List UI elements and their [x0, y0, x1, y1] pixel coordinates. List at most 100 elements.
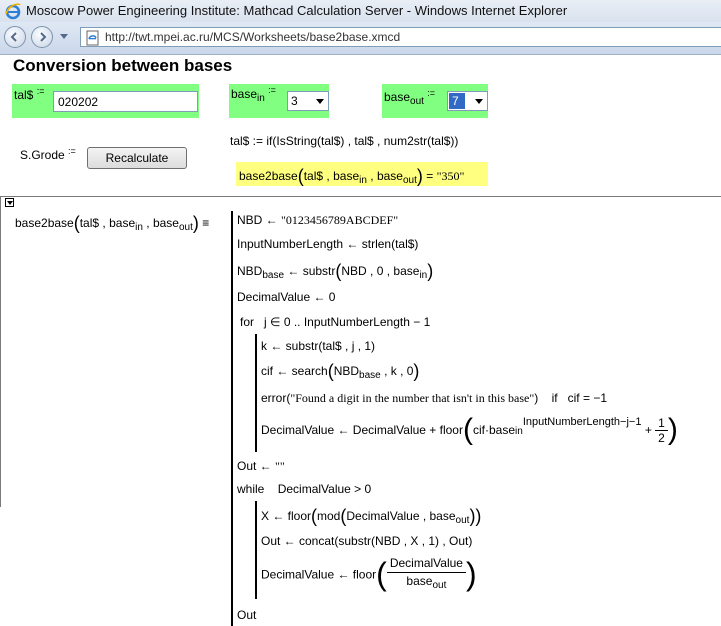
def-equiv: ≡ — [202, 216, 210, 230]
def-arg2: base — [109, 216, 136, 230]
for-range: j ∈ 0 .. InputNumberLength − 1 — [264, 315, 431, 329]
base-out-label-sub: out — [410, 96, 424, 107]
tal-redefinition: tal$ := if(IsString(tal$) , tal$ , num2s… — [230, 134, 459, 148]
result-expression: base2base(tal$ , basein , baseout) = "35… — [239, 166, 465, 186]
program-line-decimal-update: DecimalValue ← DecimalValue + floor(cif·… — [261, 413, 678, 446]
collapse-area-toggle[interactable] — [5, 198, 14, 207]
cif-arg-a-sub: base — [359, 370, 381, 381]
base-in-select[interactable]: 3 — [287, 91, 329, 111]
back-button[interactable] — [4, 26, 26, 48]
program-line-out-concat: Out ← concat(substr(NBD , X , 1) , Out) — [261, 534, 473, 548]
base-in-label-sub: in — [257, 93, 265, 104]
result-arg3-sub: out — [402, 175, 417, 186]
program-line-for: for j ∈ 0 .. InputNumberLength − 1 — [240, 315, 430, 329]
program-line-k: k ← substr(tal$ , j , 1) — [261, 339, 376, 353]
while-block-bar — [255, 501, 257, 599]
base-out-select[interactable]: 7 — [447, 91, 488, 111]
tal-input[interactable] — [53, 91, 198, 112]
base-out-value: 7 — [449, 93, 465, 109]
base-out-assign: := — [427, 88, 436, 98]
author-assign: := — [68, 146, 76, 156]
one-half-fraction: 12 — [655, 416, 668, 445]
program-line-decimal-divide: DecimalValue ← floor(DecimalValue baseout… — [261, 555, 477, 594]
result-arg2: base — [333, 169, 360, 183]
navigation-bar: http://twt.mpei.ac.ru/MCS/Worksheets/bas… — [0, 22, 721, 55]
area-boundary-line — [0, 197, 1, 507]
out-init-lhs: Out ← — [237, 459, 272, 473]
result-arg1: tal$ — [303, 169, 324, 183]
dv-div-lhs: DecimalValue ← floor — [261, 567, 377, 582]
def-arg2-sub: in — [135, 222, 143, 233]
region-separator — [0, 196, 721, 197]
nbdbase-sub: base — [262, 270, 285, 281]
address-url: http://twt.mpei.ac.ru/MCS/Worksheets/bas… — [105, 30, 401, 44]
half-denominator: 2 — [658, 430, 665, 445]
dv-exponent: InputNumberLength−j−1 — [522, 416, 642, 429]
program-line-while: while DecimalValue > 0 — [237, 482, 371, 496]
nbdbase-lhs: NBD — [237, 264, 263, 278]
window-title: Moscow Power Engineering Institute: Math… — [26, 3, 568, 18]
def-fn: base2base — [15, 216, 74, 230]
half-numerator: 1 — [655, 416, 668, 431]
x-args: DecimalValue , base — [346, 509, 456, 523]
cif-arg-b: , k , 0 — [384, 364, 414, 378]
while-condition: DecimalValue > 0 — [277, 482, 372, 496]
error-tail: ) — [534, 391, 539, 405]
x-args-sub: out — [455, 515, 470, 526]
def-arg3: base — [152, 216, 179, 230]
divide-fraction: DecimalValue baseout — [386, 555, 466, 594]
program-line-nbd: NBD ← "0123456789ABCDEF" — [237, 213, 398, 228]
if-condition: cif = −1 — [567, 391, 607, 405]
base-out-label-text: base — [384, 90, 411, 104]
divide-denominator-sub: out — [432, 580, 447, 591]
program-line-return: Out — [237, 608, 257, 622]
error-message: "Found a digit in the number that isn't … — [290, 391, 535, 405]
program-line-cif: cif ← search(NBDbase , k , 0) — [261, 361, 420, 381]
divide-numerator: DecimalValue — [386, 555, 466, 573]
nbdbase-args: NBD , 0 , base — [341, 264, 420, 278]
arrow-left-icon — [10, 32, 17, 42]
author-label-text: S.Grode — [20, 148, 65, 162]
tal-assign: := — [36, 86, 45, 96]
x-mod: mod — [317, 509, 341, 523]
program-line-inputlength: InputNumberLength ← strlen(tal$) — [237, 237, 419, 251]
function-definition: base2base(tal$ , basein , baseout) ≡ — [15, 213, 210, 233]
out-init-rhs: "" — [275, 459, 285, 473]
base-out-label: baseout := — [384, 88, 435, 107]
program-line-decimal-init: DecimalValue ← 0 — [237, 290, 336, 304]
dv-plus: + — [644, 423, 652, 437]
forward-button[interactable] — [31, 26, 53, 48]
result-arg2-sub: in — [359, 175, 367, 186]
result-value: "350" — [436, 169, 465, 183]
worksheet: Conversion between bases tal$ := basein … — [0, 55, 721, 626]
chevron-down-icon — [316, 99, 324, 104]
internet-explorer-icon — [4, 2, 22, 20]
program-bar — [231, 211, 233, 626]
dv-cif: cif·base — [472, 423, 516, 437]
arrow-right-icon — [40, 32, 47, 42]
program-line-x: X ← floor(mod(DecimalValue , baseout)) — [261, 506, 482, 526]
address-field[interactable]: http://twt.mpei.ac.ru/MCS/Worksheets/bas… — [80, 27, 721, 47]
result-equals: = — [426, 169, 434, 183]
history-dropdown-icon[interactable] — [60, 34, 68, 40]
nbdbase-rhs: ← substr — [287, 264, 336, 278]
dv-cif-sub: in — [515, 426, 523, 438]
if-keyword: if — [551, 391, 558, 405]
tal-label-text: tal$ — [14, 88, 34, 102]
base-in-assign: := — [268, 85, 276, 95]
tal-label: tal$ := — [14, 86, 44, 102]
program-line-nbdbase: NBDbase ← substr(NBD , 0 , basein) — [237, 261, 434, 281]
base-in-label-text: base — [231, 87, 258, 101]
base-in-value: 3 — [291, 94, 298, 108]
cif-lhs: cif ← search — [261, 364, 328, 378]
chevron-down-icon — [475, 99, 483, 104]
error-fn: error( — [261, 391, 291, 405]
program-line-out-init: Out ← "" — [237, 459, 285, 474]
window-titlebar: Moscow Power Engineering Institute: Math… — [0, 0, 721, 23]
while-keyword: while — [237, 482, 265, 496]
recalculate-button[interactable]: Recalculate — [87, 147, 187, 169]
nbd-lhs: NBD ← — [237, 213, 278, 227]
page-icon — [86, 30, 99, 46]
for-block-bar — [255, 334, 257, 452]
divide-denominator: base — [406, 574, 433, 588]
